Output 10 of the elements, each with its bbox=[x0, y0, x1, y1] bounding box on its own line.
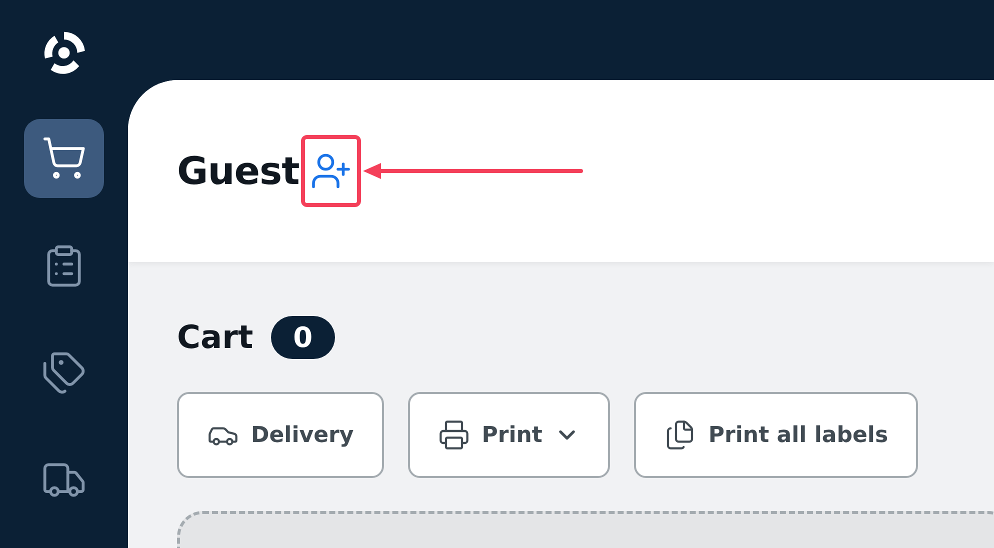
action-button[interactable]: Delivery bbox=[177, 392, 384, 478]
cart-title: Cart bbox=[177, 318, 254, 356]
cart-icon bbox=[41, 135, 87, 182]
action-button[interactable]: Print bbox=[408, 392, 610, 478]
customer-name: Guest bbox=[177, 149, 300, 193]
sidebar-item[interactable] bbox=[24, 118, 104, 198]
printer-icon bbox=[438, 419, 470, 451]
tags-icon bbox=[41, 350, 87, 396]
action-button[interactable]: Print all labels bbox=[634, 392, 918, 478]
cart-count: 0 bbox=[271, 316, 335, 358]
